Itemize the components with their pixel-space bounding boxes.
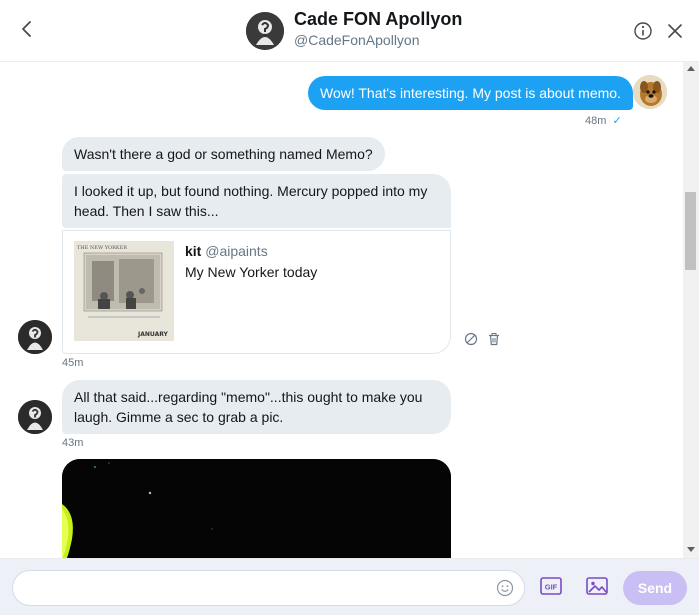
image-message[interactable] xyxy=(62,459,451,558)
incoming-message[interactable]: Wasn't there a god or something named Me… xyxy=(62,137,385,171)
scroll-thumb[interactable] xyxy=(685,192,696,270)
conversation-handle: @CadeFonApollyon xyxy=(294,32,420,48)
incoming-message[interactable]: All that said...regarding "memo"...this … xyxy=(62,380,451,434)
gif-label: GIF xyxy=(545,583,558,592)
tweet-author-name[interactable]: kit xyxy=(185,243,201,259)
conversation-header: Cade FON Apollyon @CadeFonApollyon xyxy=(0,0,699,62)
tweet-author[interactable]: kit @aipaints xyxy=(185,243,268,259)
message-composer: GIF Send xyxy=(0,558,699,615)
scroll-down-arrow-icon[interactable] xyxy=(687,547,695,552)
send-button[interactable]: Send xyxy=(623,571,687,605)
info-icon[interactable] xyxy=(633,21,653,41)
outgoing-message[interactable]: Wow! That's interesting. My post is abou… xyxy=(308,76,633,110)
image-icon[interactable] xyxy=(586,576,608,596)
message-input[interactable] xyxy=(12,570,525,606)
sender-avatar[interactable] xyxy=(18,400,52,434)
message-time: 45m xyxy=(62,357,84,369)
tweet-thumbnail[interactable]: THE NEW YORKER JANUARY xyxy=(74,241,174,341)
message-text: Wasn't there a god or something named Me… xyxy=(74,146,373,162)
message-time: 43m xyxy=(62,437,84,449)
message-list[interactable]: Wow! That's interesting. My post is abou… xyxy=(0,62,683,558)
emoji-icon[interactable] xyxy=(496,579,514,597)
trash-icon[interactable] xyxy=(487,332,501,346)
message-time: 48m xyxy=(585,115,607,127)
message-text: Wow! That's interesting. My post is abou… xyxy=(320,85,621,101)
my-avatar[interactable] xyxy=(633,75,667,109)
header-avatar[interactable] xyxy=(246,12,284,50)
message-text-line: I looked it up, but found nothing. Mercu… xyxy=(74,183,428,199)
incoming-message[interactable]: I looked it up, but found nothing. Mercu… xyxy=(62,174,451,228)
sender-avatar[interactable] xyxy=(18,320,52,354)
close-icon[interactable] xyxy=(665,21,685,41)
conversation-title[interactable]: Cade FON Apollyon xyxy=(294,9,462,30)
thumb-month: JANUARY xyxy=(137,331,169,338)
read-check-icon: ✓ xyxy=(612,115,622,127)
message-text-line: All that said...regarding "memo"...this … xyxy=(74,389,423,405)
scroll-up-arrow-icon[interactable] xyxy=(687,66,695,71)
chevron-left-icon[interactable] xyxy=(16,18,38,40)
message-meta: 48m ✓ xyxy=(585,114,622,127)
report-icon[interactable] xyxy=(464,332,478,346)
scrollbar[interactable] xyxy=(683,62,699,558)
message-text-line: laugh. Gimme a sec to grab a pic. xyxy=(74,409,284,425)
tweet-card[interactable]: THE NEW YORKER JANUARY kit @aipaints My … xyxy=(62,230,451,354)
gif-icon[interactable]: GIF xyxy=(540,576,562,596)
thumb-masthead: THE NEW YORKER xyxy=(77,245,127,251)
message-text-line: head. Then I saw this... xyxy=(74,203,219,219)
tweet-author-handle: @aipaints xyxy=(205,243,268,259)
tweet-text: My New Yorker today xyxy=(185,264,318,280)
